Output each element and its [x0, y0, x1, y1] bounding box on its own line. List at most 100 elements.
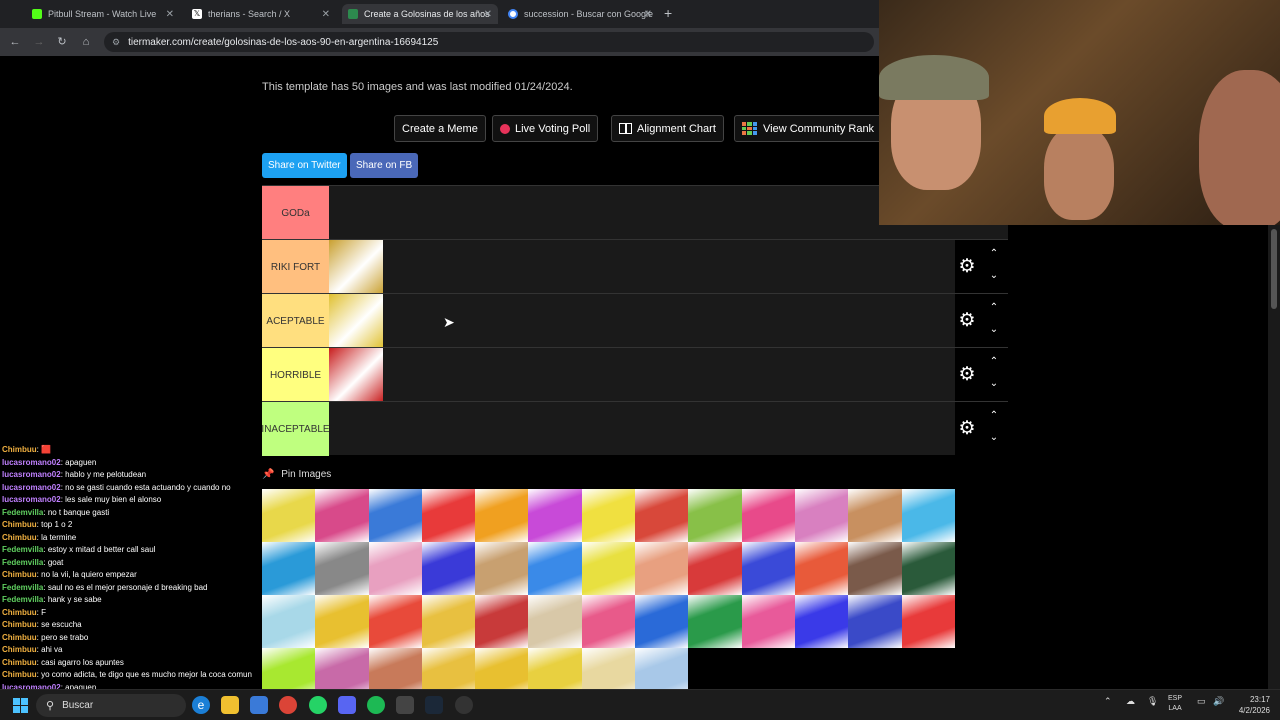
- live-voting-poll-button[interactable]: Live Voting Poll: [492, 115, 599, 142]
- reload-icon[interactable]: ↻: [54, 34, 70, 50]
- candy-image[interactable]: [848, 542, 902, 595]
- tab-google[interactable]: succession - Buscar con Google ✕: [502, 4, 658, 24]
- candy-image[interactable]: [848, 489, 902, 542]
- tier-label[interactable]: ACEPTABLE: [262, 294, 329, 348]
- candy-image[interactable]: [528, 542, 582, 595]
- candy-image[interactable]: [329, 240, 383, 294]
- candy-image[interactable]: [794, 595, 849, 648]
- alignment-chart-button[interactable]: Alignment Chart: [611, 115, 724, 142]
- chat-username[interactable]: Fedemvilla: [2, 545, 43, 554]
- chat-username[interactable]: Chimbuu: [2, 445, 37, 454]
- discord-icon[interactable]: [338, 696, 356, 714]
- candy-image[interactable]: [528, 595, 582, 648]
- site-info-icon[interactable]: ⚙: [112, 37, 120, 48]
- candy-image[interactable]: [848, 595, 902, 648]
- game-icon[interactable]: [396, 696, 414, 714]
- chat-username[interactable]: lucasromano02: [2, 483, 61, 492]
- edge-icon[interactable]: e: [192, 696, 210, 714]
- new-tab-button[interactable]: +: [664, 5, 672, 21]
- chat-username[interactable]: Chimbuu: [2, 533, 37, 542]
- candy-image[interactable]: [741, 542, 795, 595]
- tray-app-icon[interactable]: ☁: [1126, 696, 1135, 707]
- candy-image[interactable]: [901, 542, 955, 595]
- chat-username[interactable]: Fedemvilla: [2, 583, 43, 592]
- microphone-icon[interactable]: 🎙: [1147, 696, 1158, 707]
- candy-image[interactable]: [421, 489, 476, 542]
- candy-image[interactable]: [635, 489, 689, 542]
- candy-image[interactable]: [581, 489, 636, 542]
- chrome-icon[interactable]: [279, 696, 297, 714]
- chevron-up-icon[interactable]: ⌃: [988, 302, 1000, 314]
- close-icon[interactable]: ✕: [322, 9, 330, 20]
- tier-label[interactable]: RIKI FORT: [262, 240, 329, 294]
- candy-image[interactable]: [368, 542, 422, 595]
- page-scrollbar[interactable]: [1268, 225, 1280, 689]
- candy-image[interactable]: [581, 595, 636, 648]
- candy-image[interactable]: [475, 542, 529, 595]
- chevron-down-icon[interactable]: ⌄: [988, 432, 1000, 444]
- chevron-up-icon[interactable]: ⌃: [988, 410, 1000, 422]
- candy-image[interactable]: [741, 595, 795, 648]
- store-icon[interactable]: [250, 696, 268, 714]
- back-icon[interactable]: ←: [7, 34, 23, 50]
- language-indicator[interactable]: ESP LAA: [1168, 694, 1182, 714]
- gear-icon[interactable]: ⚙: [957, 419, 977, 439]
- candy-image[interactable]: [475, 489, 529, 542]
- share-twitter-button[interactable]: Share on Twitter: [262, 153, 347, 178]
- candy-image[interactable]: [315, 542, 369, 595]
- tier-label[interactable]: HORRIBLE: [262, 348, 329, 402]
- tier-label[interactable]: GODa: [262, 186, 329, 240]
- candy-image[interactable]: [901, 595, 955, 648]
- chat-username[interactable]: Chimbuu: [2, 670, 37, 679]
- candy-image[interactable]: [688, 489, 742, 542]
- candy-image[interactable]: [329, 348, 383, 402]
- candy-image[interactable]: [688, 542, 742, 595]
- candy-image[interactable]: [635, 595, 689, 648]
- obs-icon[interactable]: [455, 696, 473, 714]
- share-facebook-button[interactable]: Share on FB: [350, 153, 419, 178]
- chat-username[interactable]: Fedemvilla: [2, 508, 43, 517]
- gear-icon[interactable]: ⚙: [957, 311, 977, 331]
- forward-icon[interactable]: →: [31, 34, 47, 50]
- chevron-up-icon[interactable]: ⌃: [988, 248, 1000, 260]
- chat-username[interactable]: Fedemvilla: [2, 595, 43, 604]
- create-meme-button[interactable]: Create a Meme: [394, 115, 486, 142]
- candy-image[interactable]: [368, 489, 422, 542]
- scrollbar-thumb[interactable]: [1271, 229, 1277, 309]
- close-icon[interactable]: ✕: [484, 9, 492, 20]
- whatsapp-icon[interactable]: [309, 696, 327, 714]
- candy-image[interactable]: [901, 489, 955, 542]
- home-icon[interactable]: ⌂: [78, 34, 94, 50]
- candy-image[interactable]: [315, 489, 369, 542]
- chevron-up-icon[interactable]: ⌃: [988, 356, 1000, 368]
- chat-username[interactable]: lucasromano02: [2, 495, 61, 504]
- tray-chevron-icon[interactable]: ⌃: [1104, 696, 1112, 707]
- tab-x[interactable]: 𝕏 therians - Search / X ✕: [186, 4, 336, 24]
- network-icon[interactable]: ▭: [1197, 696, 1206, 707]
- file-explorer-icon[interactable]: [221, 696, 239, 714]
- gear-icon[interactable]: ⚙: [957, 257, 977, 277]
- candy-image[interactable]: [475, 595, 529, 648]
- candy-image[interactable]: [794, 489, 849, 542]
- volume-icon[interactable]: 🔊: [1213, 696, 1224, 707]
- candy-image[interactable]: [741, 489, 795, 542]
- candy-image[interactable]: [368, 595, 422, 648]
- community-rank-button[interactable]: View Community Rank: [734, 115, 883, 142]
- gear-icon[interactable]: ⚙: [957, 365, 977, 385]
- candy-image[interactable]: [421, 542, 476, 595]
- clock[interactable]: 23:17 4/2/2026: [1226, 694, 1270, 716]
- chevron-down-icon[interactable]: ⌄: [988, 270, 1000, 282]
- chat-username[interactable]: Chimbuu: [2, 658, 37, 667]
- candy-image[interactable]: [688, 595, 742, 648]
- chat-username[interactable]: Fedemvilla: [2, 558, 43, 567]
- candy-image[interactable]: [581, 542, 636, 595]
- chat-username[interactable]: Chimbuu: [2, 520, 37, 529]
- chat-username[interactable]: Chimbuu: [2, 570, 37, 579]
- steam-icon[interactable]: [425, 696, 443, 714]
- close-icon[interactable]: ✕: [644, 9, 652, 20]
- candy-image[interactable]: [421, 595, 476, 648]
- chat-username[interactable]: Chimbuu: [2, 633, 37, 642]
- chat-username[interactable]: Chimbuu: [2, 645, 37, 654]
- candy-image[interactable]: [528, 489, 582, 542]
- chat-username[interactable]: lucasromano02: [2, 458, 61, 467]
